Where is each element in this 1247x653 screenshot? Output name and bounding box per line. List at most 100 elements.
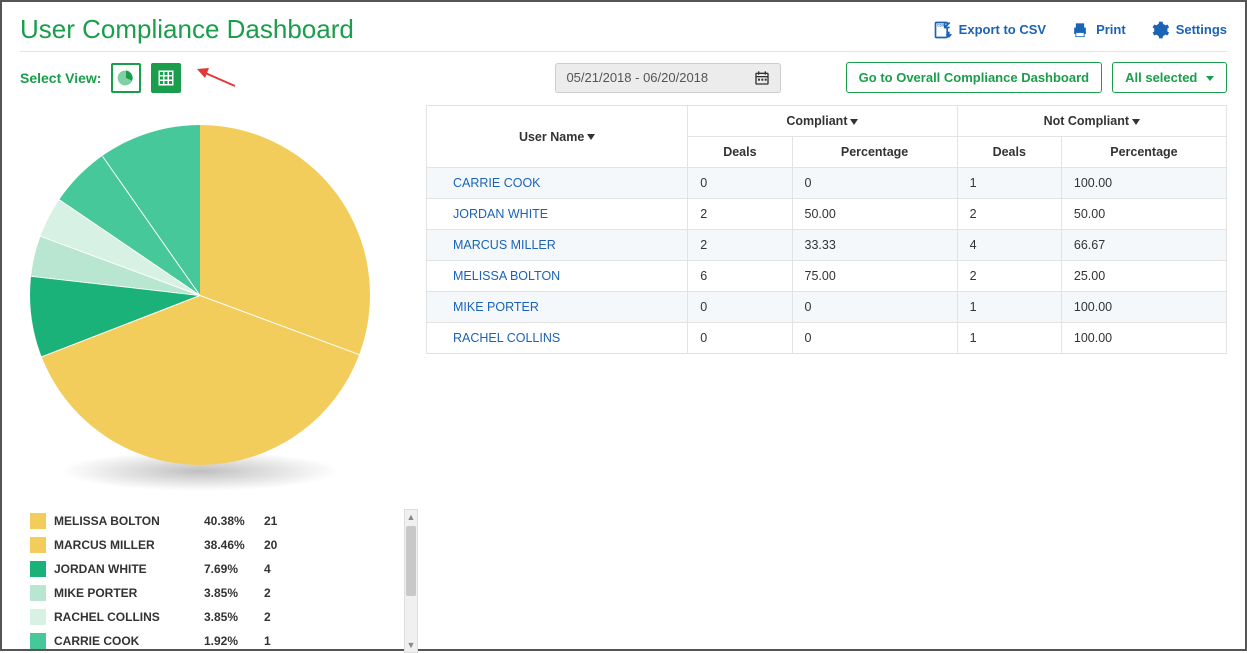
- legend-pct: 7.69%: [204, 562, 264, 576]
- legend-pct: 38.46%: [204, 538, 264, 552]
- cell-compliant-deals: 2: [688, 230, 792, 261]
- legend-name: JORDAN WHITE: [54, 562, 204, 576]
- col-compliant[interactable]: Compliant: [688, 106, 957, 137]
- cell-notcompliant-deals: 1: [957, 168, 1061, 199]
- legend-item[interactable]: MELISSA BOLTON40.38%21: [20, 509, 398, 533]
- cell-compliant-pct: 75.00: [792, 261, 957, 292]
- legend-scrollbar[interactable]: ▲ ▼: [404, 509, 418, 653]
- sort-icon: [850, 119, 858, 125]
- legend-count: 4: [264, 562, 294, 576]
- cell-notcompliant-pct: 50.00: [1061, 199, 1226, 230]
- legend-swatch: [30, 561, 46, 577]
- user-link[interactable]: RACHEL COLLINS: [439, 331, 560, 345]
- print-button[interactable]: Print: [1070, 20, 1126, 40]
- col-notcompliant-deals[interactable]: Deals: [957, 137, 1061, 168]
- select-view-label: Select View:: [20, 70, 101, 86]
- legend-name: CARRIE COOK: [54, 634, 204, 648]
- user-link[interactable]: MARCUS MILLER: [439, 238, 556, 252]
- gear-icon: [1150, 20, 1170, 40]
- legend-swatch: [30, 537, 46, 553]
- cell-compliant-pct: 0: [792, 323, 957, 354]
- settings-button[interactable]: Settings: [1150, 20, 1227, 40]
- export-icon: CSV: [933, 20, 953, 40]
- cell-notcompliant-pct: 25.00: [1061, 261, 1226, 292]
- legend-count: 20: [264, 538, 294, 552]
- legend-name: RACHEL COLLINS: [54, 610, 204, 624]
- print-icon: [1070, 20, 1090, 40]
- table-view-button[interactable]: [151, 63, 181, 93]
- legend-pct: 1.92%: [204, 634, 264, 648]
- legend-swatch: [30, 513, 46, 529]
- cell-notcompliant-deals: 1: [957, 292, 1061, 323]
- date-range-value: 05/21/2018 - 06/20/2018: [566, 70, 708, 85]
- user-link[interactable]: CARRIE COOK: [439, 176, 541, 190]
- col-user-name[interactable]: User Name: [427, 106, 688, 168]
- grid-icon: [157, 69, 175, 87]
- pie-view-button[interactable]: [111, 63, 141, 93]
- legend-count: 2: [264, 610, 294, 624]
- legend-item[interactable]: RACHEL COLLINS3.85%2: [20, 605, 398, 629]
- table-row: CARRIE COOK001100.00: [427, 168, 1227, 199]
- table-row: RACHEL COLLINS001100.00: [427, 323, 1227, 354]
- cell-compliant-pct: 50.00: [792, 199, 957, 230]
- cell-notcompliant-deals: 4: [957, 230, 1061, 261]
- legend-item[interactable]: CARRIE COOK1.92%1: [20, 629, 398, 653]
- cell-compliant-pct: 0: [792, 168, 957, 199]
- compliance-pie-chart[interactable]: [30, 125, 370, 465]
- cell-notcompliant-deals: 1: [957, 323, 1061, 354]
- goto-overall-label: Go to Overall Compliance Dashboard: [859, 70, 1089, 85]
- page-title: User Compliance Dashboard: [20, 14, 354, 45]
- cell-compliant-pct: 0: [792, 292, 957, 323]
- cell-notcompliant-pct: 100.00: [1061, 168, 1226, 199]
- table-row: MARCUS MILLER233.33466.67: [427, 230, 1227, 261]
- legend-swatch: [30, 609, 46, 625]
- annotation-arrow-icon: [197, 66, 237, 90]
- legend-pct: 3.85%: [204, 586, 264, 600]
- legend-item[interactable]: MARCUS MILLER38.46%20: [20, 533, 398, 557]
- user-filter-label: All selected: [1125, 70, 1197, 85]
- cell-compliant-deals: 0: [688, 323, 792, 354]
- legend-name: MIKE PORTER: [54, 586, 204, 600]
- sort-icon: [587, 134, 595, 140]
- legend-pct: 3.85%: [204, 610, 264, 624]
- col-compliant-deals[interactable]: Deals: [688, 137, 792, 168]
- goto-overall-dashboard-button[interactable]: Go to Overall Compliance Dashboard: [846, 62, 1102, 93]
- pie-legend: MELISSA BOLTON40.38%21MARCUS MILLER38.46…: [20, 509, 398, 653]
- user-link[interactable]: MIKE PORTER: [439, 300, 539, 314]
- table-row: MELISSA BOLTON 675.00225.00: [427, 261, 1227, 292]
- legend-count: 1: [264, 634, 294, 648]
- cell-compliant-deals: 0: [688, 292, 792, 323]
- compliance-table: User Name Compliant Not Compliant Deals …: [426, 105, 1227, 354]
- scroll-up-icon: ▲: [405, 510, 417, 524]
- date-range-picker[interactable]: 05/21/2018 - 06/20/2018: [555, 63, 781, 93]
- table-row: MIKE PORTER001100.00: [427, 292, 1227, 323]
- table-row: JORDAN WHITE250.00250.00: [427, 199, 1227, 230]
- legend-item[interactable]: JORDAN WHITE7.69%4: [20, 557, 398, 581]
- cell-notcompliant-deals: 2: [957, 261, 1061, 292]
- legend-name: MARCUS MILLER: [54, 538, 204, 552]
- svg-text:CSV: CSV: [937, 23, 945, 27]
- legend-swatch: [30, 585, 46, 601]
- legend-pct: 40.38%: [204, 514, 264, 528]
- export-csv-button[interactable]: CSV Export to CSV: [933, 20, 1046, 40]
- col-notcompliant-pct[interactable]: Percentage: [1061, 137, 1226, 168]
- legend-name: MELISSA BOLTON: [54, 514, 204, 528]
- user-filter-dropdown[interactable]: All selected: [1112, 62, 1227, 93]
- cell-notcompliant-pct: 100.00: [1061, 323, 1226, 354]
- scroll-down-icon: ▼: [405, 638, 417, 652]
- caret-down-icon: [1206, 76, 1214, 81]
- user-link[interactable]: JORDAN WHITE: [439, 207, 548, 221]
- legend-item[interactable]: MIKE PORTER3.85%2: [20, 581, 398, 605]
- user-link[interactable]: MELISSA BOLTON: [439, 269, 560, 283]
- col-compliant-pct[interactable]: Percentage: [792, 137, 957, 168]
- cell-compliant-deals: 0: [688, 168, 792, 199]
- export-csv-label: Export to CSV: [959, 22, 1046, 37]
- cell-notcompliant-pct: 66.67: [1061, 230, 1226, 261]
- print-label: Print: [1096, 22, 1126, 37]
- scrollbar-thumb[interactable]: [406, 526, 416, 596]
- cell-notcompliant-pct: 100.00: [1061, 292, 1226, 323]
- legend-count: 21: [264, 514, 294, 528]
- cell-compliant-deals: 6: [688, 261, 792, 292]
- col-not-compliant[interactable]: Not Compliant: [957, 106, 1226, 137]
- calendar-icon: [754, 70, 770, 86]
